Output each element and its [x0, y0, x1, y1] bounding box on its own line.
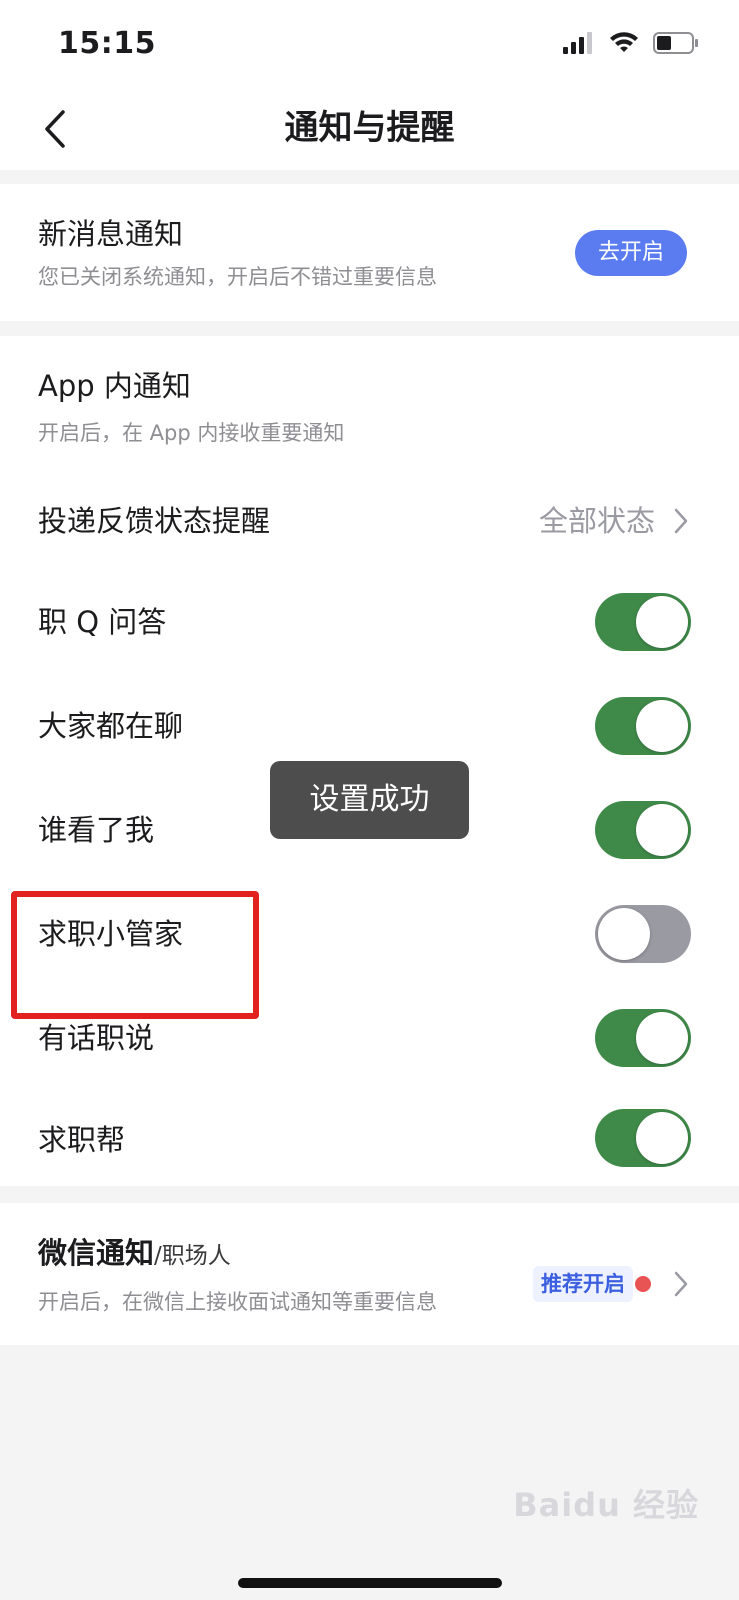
page-title: 通知与提醒 [284, 108, 455, 148]
toggle-label: 有话职说 [38, 1021, 155, 1055]
success-toast: 设置成功 [270, 761, 469, 839]
toggle-label: 职 Q 问答 [38, 605, 167, 639]
toggle-switch[interactable] [595, 593, 691, 651]
toggle-row: 职 Q 问答 [0, 571, 739, 673]
status-time: 15:15 [58, 26, 156, 61]
toggle-label: 大家都在聊 [38, 709, 184, 743]
toggle-switch[interactable] [595, 1109, 691, 1167]
wechat-title: 微信通知/职场人 [38, 1233, 231, 1276]
recommend-tag: 推荐开启 [533, 1266, 633, 1302]
new-message-subtitle: 您已关闭系统通知，开启后不错过重要信息 [38, 265, 437, 289]
nav-bar: 通知与提醒 [0, 88, 739, 170]
red-highlight-box [11, 891, 259, 1019]
toggle-switch[interactable] [595, 697, 691, 755]
toggle-knob [636, 700, 688, 752]
toggle-label: 求职帮 [38, 1123, 126, 1157]
new-message-card: 新消息通知 您已关闭系统通知，开启后不错过重要信息 去开启 [0, 184, 739, 321]
wechat-title-suffix: /职场人 [154, 1243, 231, 1269]
toggle-knob [598, 908, 650, 960]
toggle-switch[interactable] [595, 1009, 691, 1067]
delivery-feedback-row[interactable]: 投递反馈状态提醒 全部状态 [0, 476, 739, 566]
home-indicator[interactable] [238, 1578, 502, 1588]
delivery-feedback-value: 全部状态 [538, 504, 655, 538]
toggle-knob [636, 1112, 688, 1164]
battery-icon [653, 32, 698, 54]
toggle-switch[interactable] [595, 905, 691, 963]
chevron-right-icon [674, 508, 688, 534]
toggle-knob [636, 804, 688, 856]
toggle-row: 求职帮 [0, 1091, 739, 1186]
wechat-subtitle: 开启后，在微信上接收面试通知等重要信息 [38, 1290, 437, 1314]
wechat-title-text: 微信通知 [38, 1236, 155, 1270]
status-bar: 15:15 [0, 0, 739, 88]
in-app-subtitle: 开启后，在 App 内接收重要通知 [38, 421, 345, 445]
signal-icon [563, 32, 592, 54]
chevron-right-icon [674, 1271, 688, 1297]
toggle-switch[interactable] [595, 801, 691, 859]
delivery-feedback-label: 投递反馈状态提醒 [38, 504, 271, 538]
toggle-knob [636, 596, 688, 648]
toggle-label: 谁看了我 [38, 813, 155, 847]
new-message-title: 新消息通知 [38, 217, 184, 251]
watermark: Baidu 经验 [513, 1486, 699, 1524]
status-icons [563, 32, 699, 54]
wifi-icon [610, 32, 638, 52]
in-app-title: App 内通知 [38, 369, 191, 403]
red-dot-badge [635, 1276, 651, 1292]
toggle-knob [636, 1012, 688, 1064]
enable-notification-button[interactable]: 去开启 [575, 230, 687, 276]
